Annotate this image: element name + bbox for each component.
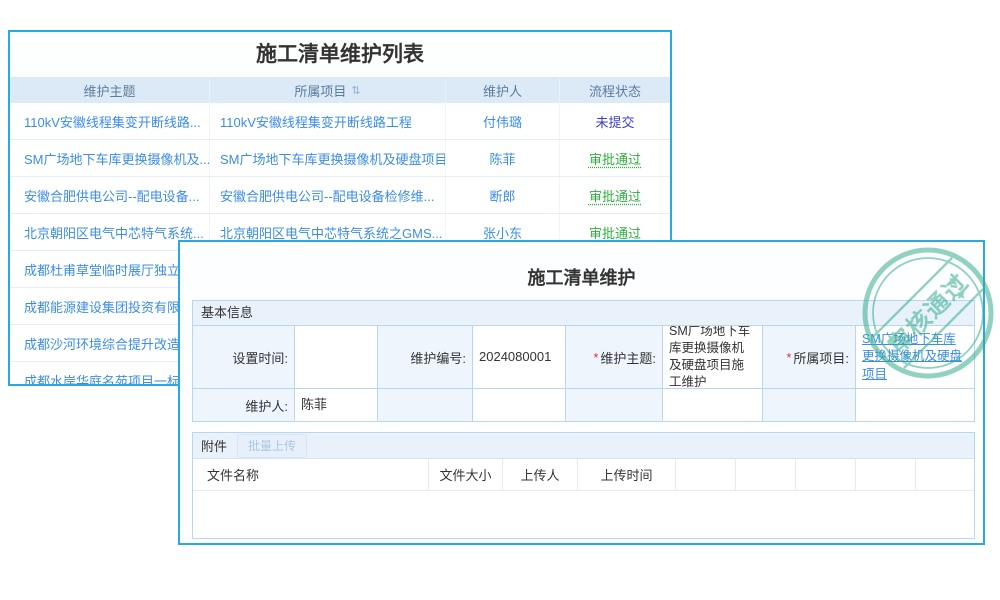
column-header-file-name: 文件名称 [193, 459, 429, 490]
column-header-file-size: 文件大小 [429, 459, 503, 490]
attachment-empty-column [916, 459, 974, 490]
table-row: SM广场地下车库更换摄像机及... SM广场地下车库更换摄像机及硬盘项目 陈菲 … [10, 140, 670, 177]
project-field: SM广场地下车库更换摄像机及硬盘项目 [855, 326, 974, 388]
row-topic-link[interactable]: SM广场地下车库更换摄像机及... [10, 140, 210, 176]
column-header-uploader: 上传人 [503, 459, 578, 490]
maintainer-field[interactable]: 陈菲 [294, 388, 377, 421]
topic-field[interactable]: SM广场地下车库更换摄像机及硬盘项目施工维护 [662, 326, 762, 388]
attachment-header: 附件 批量上传 [193, 433, 974, 459]
row-topic-link[interactable]: 安徽合肥供电公司--配电设备... [10, 177, 210, 213]
column-header-project[interactable]: 所属项目 ⇅ [210, 78, 446, 103]
attachment-table-header: 文件名称 文件大小 上传人 上传时间 [193, 459, 974, 491]
row-status[interactable]: 审批通过 [560, 177, 670, 213]
row-maintainer: 断郎 [446, 177, 560, 213]
project-link[interactable]: SM广场地下车库更换摄像机及硬盘项目 [862, 331, 968, 384]
row-status[interactable]: 未提交 [560, 103, 670, 139]
empty-label-cell [565, 388, 662, 421]
maintenance-number-label: 维护编号: [377, 326, 472, 388]
column-header-topic: 维护主题 [10, 78, 210, 103]
row-topic-link[interactable]: 110kV安徽线程集变开断线路... [10, 103, 210, 139]
attachment-empty-column [676, 459, 736, 490]
attachment-empty-body [193, 491, 974, 538]
attachment-empty-column [796, 459, 856, 490]
row-project-link[interactable]: 110kV安徽线程集变开断线路工程 [210, 103, 446, 139]
form-title: 施工清单维护 [180, 264, 983, 290]
column-header-status: 流程状态 [560, 78, 670, 103]
empty-value-cell [472, 388, 565, 421]
required-mark: * [593, 350, 598, 365]
row-maintainer: 陈菲 [446, 140, 560, 176]
list-table-header: 维护主题 所属项目 ⇅ 维护人 流程状态 [10, 78, 670, 103]
required-mark: * [786, 350, 791, 365]
row-status[interactable]: 审批通过 [560, 140, 670, 176]
empty-label-cell [377, 388, 472, 421]
row-project-link[interactable]: SM广场地下车库更换摄像机及硬盘项目 [210, 140, 446, 176]
attachment-label: 附件 [201, 436, 227, 455]
attachment-empty-column [736, 459, 796, 490]
set-time-field[interactable] [294, 326, 377, 388]
maintainer-label: 维护人: [193, 388, 294, 421]
row-maintainer: 付伟璐 [446, 103, 560, 139]
table-row: 110kV安徽线程集变开断线路... 110kV安徽线程集变开断线路工程 付伟璐… [10, 103, 670, 140]
basic-info-grid: 设置时间: 维护编号: 2024080001 * 维护主题: SM广场地下车库更… [193, 326, 974, 421]
row-project-link[interactable]: 安徽合肥供电公司--配电设备检修维... [210, 177, 446, 213]
column-header-maintainer: 维护人 [446, 78, 560, 103]
column-header-upload-time: 上传时间 [578, 459, 676, 490]
maintenance-form-panel: 施工清单维护 基本信息 设置时间: 维护编号: 2024080001 * 维护主… [178, 240, 985, 545]
project-label: * 所属项目: [762, 326, 855, 388]
table-row: 安徽合肥供电公司--配电设备... 安徽合肥供电公司--配电设备检修维... 断… [10, 177, 670, 214]
empty-value-cell [855, 388, 974, 421]
topic-label: * 维护主题: [565, 326, 662, 388]
attachment-empty-column [856, 459, 916, 490]
basic-info-header: 基本信息 [193, 301, 974, 326]
attachment-section: 附件 批量上传 文件名称 文件大小 上传人 上传时间 [192, 432, 975, 539]
maintenance-number-field[interactable]: 2024080001 [472, 326, 565, 388]
set-time-label: 设置时间: [193, 326, 294, 388]
basic-info-section: 基本信息 设置时间: 维护编号: 2024080001 * 维护主题: SM广场… [192, 300, 975, 422]
batch-upload-button[interactable]: 批量上传 [237, 434, 307, 458]
empty-value-cell [662, 388, 762, 421]
list-title: 施工清单维护列表 [10, 32, 670, 78]
sort-icon[interactable]: ⇅ [351, 84, 360, 97]
empty-label-cell [762, 388, 855, 421]
